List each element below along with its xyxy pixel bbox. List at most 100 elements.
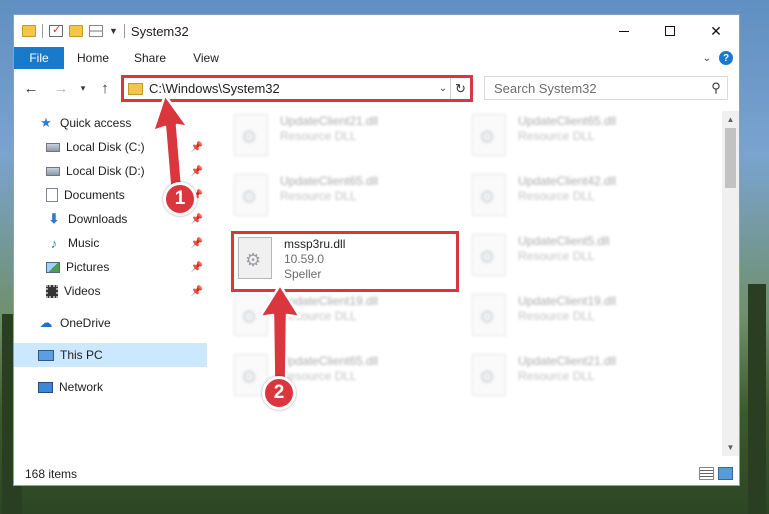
file-name: UpdateClient5.dll [518, 234, 610, 248]
sidebar-item-label: Pictures [66, 260, 110, 274]
downloads-icon: ⬇ [48, 211, 60, 226]
highlighted-file-item[interactable]: mssp3ru.dll 10.59.0 Speller [231, 231, 459, 292]
folder-icon[interactable] [22, 25, 36, 37]
details-view-icon[interactable] [699, 467, 714, 480]
toolbar-divider [123, 24, 125, 38]
sidebar-item-label: Quick access [60, 116, 132, 130]
sidebar-item-this-pc[interactable]: This PC [14, 343, 207, 367]
sidebar-item-label: Local Disk (C:) [66, 140, 145, 154]
pin-icon[interactable]: 📌 [191, 214, 203, 225]
tab-view[interactable]: View [178, 47, 234, 69]
back-button[interactable]: ← [20, 76, 42, 100]
scroll-up-icon[interactable]: ▲ [722, 111, 739, 128]
minimize-icon [619, 30, 629, 32]
tab-share[interactable]: Share [122, 47, 178, 69]
sidebar-item-label: Network [59, 380, 104, 394]
file-description: Resource DLL [518, 369, 595, 383]
maximize-button[interactable] [647, 15, 693, 47]
refresh-icon[interactable]: ↻ [450, 78, 470, 99]
file-item[interactable]: UpdateClient5.dllResource DLL [472, 234, 692, 282]
dll-file-icon [472, 354, 506, 396]
pin-icon[interactable]: 📌 [191, 238, 203, 249]
file-description: Resource DLL [280, 129, 357, 143]
up-button[interactable]: ↑ [94, 76, 116, 100]
file-item[interactable]: UpdateClient42.dllResource DLL [472, 174, 692, 222]
pin-icon[interactable]: 📌 [191, 286, 203, 297]
dll-file-icon [472, 294, 506, 336]
local-disk-icon [46, 142, 60, 152]
view-properties-icon[interactable] [89, 25, 103, 37]
sidebar-item-label: OneDrive [60, 316, 111, 330]
view-switcher [699, 467, 733, 480]
sidebar-item-label: Local Disk (D:) [66, 164, 145, 178]
address-path[interactable]: C:\Windows\System32 [149, 81, 436, 96]
file-explorer-window: ▼ System32 ✕ File Home Share View ⌄ ? ← … [13, 14, 740, 486]
dll-file-icon [238, 237, 272, 279]
forward-button[interactable]: → [50, 76, 72, 100]
file-item[interactable]: UpdateClient19.dllResource DLL [472, 294, 692, 342]
navigation-bar: ← → ▾ ↑ C:\Windows\System32 ⌄ ↻ Search S… [14, 71, 739, 105]
pictures-icon [46, 261, 60, 273]
new-folder-icon[interactable] [69, 25, 83, 37]
file-name: UpdateClient19.dll [518, 294, 617, 308]
status-bar: 168 items [14, 463, 739, 485]
file-item[interactable]: UpdateClient65.dllResource DLL [472, 114, 692, 162]
dll-file-icon [234, 174, 268, 216]
chevron-down-icon[interactable]: ▼ [109, 26, 118, 36]
file-name: UpdateClient21.dll [280, 114, 379, 128]
sidebar-item-pictures[interactable]: Pictures 📌 [14, 255, 207, 279]
file-item[interactable]: UpdateClient21.dllResource DLL [472, 354, 692, 402]
sidebar-item-label: Videos [64, 284, 101, 298]
callout-badge-1: 1 [163, 182, 197, 216]
sidebar-item-onedrive[interactable]: ☁ OneDrive [14, 311, 207, 335]
minimize-button[interactable] [601, 15, 647, 47]
large-icons-view-icon[interactable] [718, 467, 733, 480]
sidebar-item-network[interactable]: Network [14, 375, 207, 399]
help-icon[interactable]: ? [719, 51, 733, 65]
file-version: 10.59.0 [284, 252, 325, 266]
file-description: Resource DLL [518, 189, 595, 203]
star-icon: ★ [40, 115, 52, 130]
file-description: Resource DLL [518, 249, 595, 263]
window-controls: ✕ [601, 15, 739, 47]
ribbon-tabs: File Home Share View ⌄ ? [14, 47, 739, 69]
pin-icon[interactable]: 📌 [191, 262, 203, 273]
title-bar: ▼ System32 ✕ [14, 15, 739, 47]
dll-file-icon [472, 174, 506, 216]
folder-icon [128, 82, 143, 95]
scroll-down-icon[interactable]: ▼ [722, 439, 739, 456]
tab-file[interactable]: File [14, 47, 64, 69]
music-icon: ♪ [50, 235, 58, 251]
recent-locations-chevron-icon[interactable]: ▾ [76, 76, 90, 100]
sidebar-item-videos[interactable]: Videos 📌 [14, 279, 207, 303]
properties-check-icon[interactable] [49, 23, 63, 37]
item-count: 168 items [25, 467, 78, 481]
address-dropdown-chevron-icon[interactable]: ⌄ [436, 83, 450, 94]
videos-icon [46, 284, 58, 298]
scrollbar-thumb[interactable] [725, 128, 736, 188]
file-item[interactable]: UpdateClient65.dllResource DLL [234, 174, 454, 222]
window-title: System32 [130, 23, 189, 39]
expand-ribbon-chevron-icon[interactable]: ⌄ [703, 53, 711, 64]
file-description: Resource DLL [280, 189, 357, 203]
vertical-scrollbar[interactable]: ▲ ▼ [722, 111, 739, 456]
tab-home[interactable]: Home [64, 47, 122, 69]
file-description: Resource DLL [518, 309, 595, 323]
search-icon[interactable]: ⚲ [705, 80, 727, 96]
file-description: Resource DLL [518, 129, 595, 143]
documents-icon [46, 188, 58, 202]
sidebar-item-label: This PC [60, 348, 103, 362]
file-name: UpdateClient42.dll [518, 174, 617, 188]
maximize-icon [665, 26, 675, 36]
dll-file-icon [472, 114, 506, 156]
search-placeholder: Search System32 [494, 80, 597, 96]
file-item[interactable]: UpdateClient21.dllResource DLL [234, 114, 454, 162]
sidebar-item-label: Music [68, 236, 100, 250]
close-button[interactable]: ✕ [693, 15, 739, 47]
ribbon-right-controls: ⌄ ? [703, 47, 739, 69]
search-input[interactable]: Search System32 ⚲ [484, 76, 728, 100]
sidebar-item-music[interactable]: ♪ Music 📌 [14, 231, 207, 255]
